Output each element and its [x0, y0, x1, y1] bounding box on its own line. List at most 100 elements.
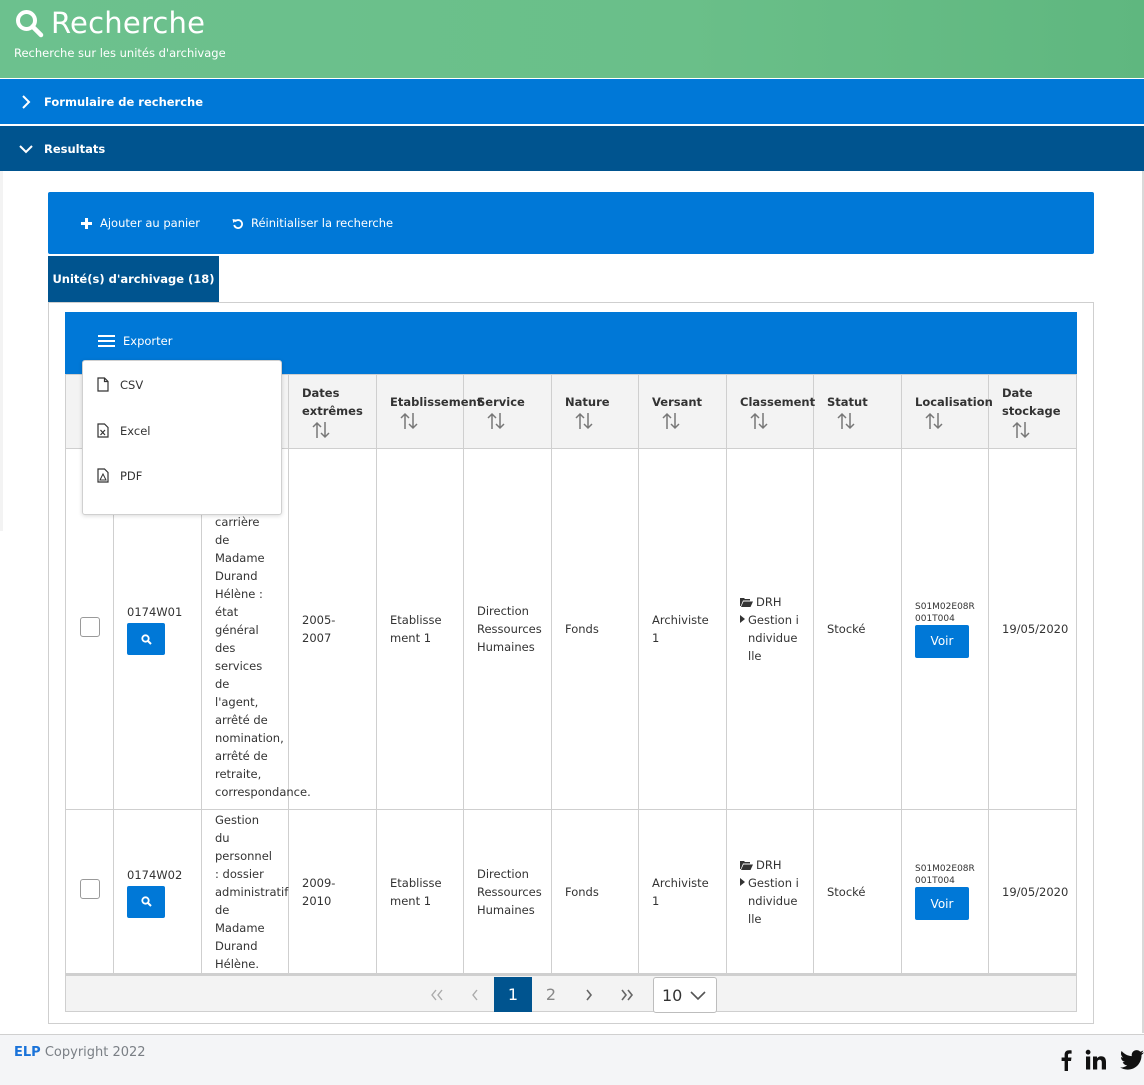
header-date-stockage-label: Date stockage [1002, 385, 1061, 418]
brand-link[interactable]: ELP [14, 1045, 41, 1060]
classement-root: DRH [740, 856, 800, 874]
header-statut-label: Statut [827, 394, 868, 409]
cell-statut: Stocké [813, 809, 902, 974]
cell-classement: DRH Gestion individuelle [726, 809, 814, 974]
page-subtitle: Recherche sur les unités d'archivage [14, 46, 226, 60]
search-icon [16, 10, 44, 38]
sort-icon[interactable] [835, 411, 857, 431]
chevron-right-icon [22, 94, 31, 109]
file-excel-icon [97, 423, 109, 438]
classement-root-label: DRH [756, 595, 782, 609]
row-checkbox[interactable] [80, 616, 100, 637]
tab-archive-units[interactable]: Unité(s) d'archivage (18) [48, 256, 219, 302]
header-versant-label: Versant [652, 394, 703, 409]
header-dates[interactable]: Dates extrêmes [288, 374, 377, 449]
header-date-stockage[interactable]: Date stockage [988, 374, 1077, 449]
plus-icon [81, 217, 92, 229]
last-page-button[interactable] [608, 977, 646, 1012]
chevron-left-icon [472, 989, 478, 1000]
export-pdf-item[interactable]: PDF [97, 468, 142, 483]
cell-select [65, 809, 114, 974]
export-excel-item[interactable]: Excel [97, 423, 150, 438]
double-chevron-right-icon [621, 989, 634, 1000]
reset-search-button[interactable]: Réinitialiser la recherche [232, 216, 393, 230]
cell-etablissement: Etablissement 1 [376, 448, 464, 810]
page-button-2[interactable]: 2 [532, 977, 570, 1012]
first-page-button[interactable] [418, 977, 456, 1012]
chevron-down-icon [19, 144, 33, 153]
add-to-cart-button[interactable]: Ajouter au panier [81, 216, 200, 230]
header-versant[interactable]: Versant [638, 374, 727, 449]
header-classement[interactable]: Classement [726, 374, 816, 449]
page-title: Recherche [51, 6, 206, 40]
cell-description: Gestion du personnel : dossier administr… [201, 809, 289, 974]
export-label: Exporter [123, 334, 173, 348]
view-details-button[interactable] [127, 885, 165, 918]
classement-child-label: Gestion individuelle [748, 613, 799, 663]
header-classement-label: Classement [740, 394, 816, 409]
localisation-code: S01M02E08R001T004 [915, 864, 975, 886]
cell-classement: DRH Gestion individuelle [726, 448, 814, 810]
chevron-down-icon [690, 991, 706, 1001]
export-menu: CSV Excel PDF [82, 360, 282, 515]
left-edge-shade [0, 171, 3, 531]
header-dates-label: Dates extrêmes [302, 385, 363, 418]
footer: ELP Copyright 2022 [0, 1034, 1144, 1085]
cell-date-stockage: 19/05/2020 [988, 448, 1077, 810]
folder-open-icon [740, 598, 753, 607]
header-etablissement-label: Etablissement [390, 394, 483, 409]
classement-root: DRH [740, 593, 800, 611]
export-button[interactable]: Exporter [98, 334, 172, 348]
sort-icon[interactable] [398, 411, 420, 431]
twitter-icon[interactable] [1120, 1049, 1144, 1071]
sort-icon[interactable] [923, 411, 945, 431]
facebook-icon[interactable] [1060, 1049, 1072, 1071]
row-checkbox[interactable] [80, 879, 100, 899]
export-pdf-label: PDF [120, 468, 143, 483]
header-nature[interactable]: Nature [551, 374, 639, 449]
pagination: 1 2 10 [65, 974, 1077, 1013]
accordion-results[interactable]: Resultats [0, 126, 1144, 171]
search-icon [140, 633, 152, 645]
accordion-search-form-label: Formulaire de recherche [44, 94, 204, 109]
linkedin-icon[interactable] [1085, 1049, 1107, 1071]
menu-icon [98, 335, 115, 347]
sort-icon[interactable] [573, 411, 595, 431]
chevron-right-icon [586, 989, 593, 1000]
results-toolbar: Ajouter au panier Réinitialiser la reche… [48, 192, 1094, 254]
header-service[interactable]: Service [463, 374, 552, 449]
export-csv-item[interactable]: CSV [97, 377, 143, 392]
page-button-1[interactable]: 1 [494, 977, 532, 1012]
prev-page-button[interactable] [456, 977, 494, 1012]
voir-button[interactable]: Voir [915, 887, 969, 920]
header-statut[interactable]: Statut [813, 374, 902, 449]
accordion-search-form[interactable]: Formulaire de recherche [0, 79, 1144, 124]
sort-icon[interactable] [1010, 420, 1032, 440]
file-pdf-icon [97, 468, 109, 483]
cell-etablissement: Etablissement 1 [376, 809, 464, 974]
export-excel-label: Excel [120, 423, 151, 438]
sort-icon[interactable] [485, 411, 507, 431]
undo-icon [232, 218, 243, 229]
table-row: 0174W02 Gestion du personnel : dossier a… [65, 809, 1077, 974]
classement-child: Gestion individuelle [740, 611, 800, 665]
sort-icon[interactable] [660, 411, 682, 431]
social-links [1047, 1049, 1144, 1071]
cell-service: Direction Ressources Humaines [463, 448, 552, 810]
view-details-button[interactable] [127, 623, 165, 655]
cell-nature: Fonds [551, 809, 639, 974]
cell-service: Direction Ressources Humaines [463, 809, 552, 974]
sort-icon[interactable] [310, 420, 332, 440]
title-row: Recherche [14, 6, 205, 40]
page-header: Recherche Recherche sur les unités d'arc… [0, 0, 1144, 78]
header-localisation[interactable]: Localisation [901, 374, 993, 449]
header-etablissement[interactable]: Etablissement [376, 374, 482, 449]
cote-value: 0174W02 [127, 867, 183, 882]
cell-nature: Fonds [551, 448, 639, 810]
page-size-select[interactable]: 10 [653, 977, 717, 1013]
voir-button[interactable]: Voir [915, 624, 969, 658]
next-page-button[interactable] [570, 977, 608, 1012]
header-localisation-label: Localisation [915, 394, 993, 409]
caret-right-icon [740, 615, 745, 623]
sort-icon[interactable] [748, 411, 770, 431]
